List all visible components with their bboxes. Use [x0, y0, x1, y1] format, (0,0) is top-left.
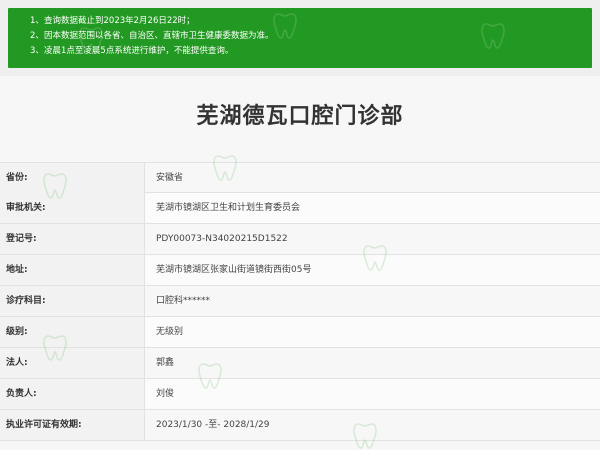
notice-line: 1、查询数据截止到2023年2月26日22时；	[30, 14, 592, 29]
page-title: 芜湖德瓦口腔门诊部	[196, 104, 404, 129]
row-label: 登记号:	[0, 224, 145, 254]
notice-line: 2、因本数据范围以各省、自治区、直辖市卫生健康委数据为准。	[30, 29, 592, 44]
notice-line-number: 1、	[30, 16, 44, 26]
table-row: 登记号: PDY00073-N34020215D1522	[0, 224, 600, 255]
notice-line-text: 凌晨1点至凌晨5点系统进行维护，不能提供查询。	[44, 46, 234, 56]
row-label: 负责人:	[0, 379, 145, 409]
table-row: 地址: 芜湖市镜湖区张家山街道镜街西街05号	[0, 255, 600, 286]
table-row: 执业许可证有效期: 2023/1/30 -至- 2028/1/29	[0, 410, 600, 441]
row-value: PDY00073-N34020215D1522	[156, 234, 288, 244]
table-row: 审批机关: 芜湖市镜湖区卫生和计划生育委员会	[0, 193, 600, 224]
row-value: 刘俊	[156, 389, 175, 399]
notice-line-text: 因本数据范围以各省、自治区、直辖市卫生健康委数据为准。	[44, 31, 274, 41]
row-value: 口腔科******	[156, 296, 211, 306]
row-value: 芜湖市镜湖区卫生和计划生育委员会	[156, 203, 301, 213]
table-row: 法人: 郭鑫	[0, 348, 600, 379]
table-row: 级别: 无级别	[0, 317, 600, 348]
table-row: 负责人: 刘俊	[0, 379, 600, 410]
row-value: 郭鑫	[156, 358, 175, 368]
row-label: 执业许可证有效期:	[0, 410, 145, 440]
row-value: 安徽省	[156, 173, 184, 183]
row-label: 审批机关:	[0, 193, 145, 223]
notice-line-text: 查询数据截止到2023年2月26日22时；	[44, 16, 195, 26]
row-label: 省份:	[0, 163, 145, 193]
row-label: 法人:	[0, 348, 145, 378]
notice-line: 3、凌晨1点至凌晨5点系统进行维护，不能提供查询。	[30, 44, 592, 59]
row-label: 地址:	[0, 255, 145, 285]
row-value: 芜湖市镜湖区张家山街道镜街西街05号	[156, 265, 312, 275]
notice-line-number: 2、	[30, 31, 44, 41]
info-table: 省份: 安徽省 审批机关: 芜湖市镜湖区卫生和计划生育委员会 登记号: PDY0…	[0, 162, 600, 441]
row-value: 2023/1/30 -至- 2028/1/29	[156, 420, 270, 430]
row-value: 无级别	[156, 327, 184, 337]
notice-line-number: 3、	[30, 46, 44, 56]
notice-banner: 1、查询数据截止到2023年2月26日22时； 2、因本数据范围以各省、自治区、…	[8, 8, 592, 68]
row-label: 诊疗科目:	[0, 286, 145, 316]
table-row: 诊疗科目: 口腔科******	[0, 286, 600, 317]
row-label: 级别:	[0, 317, 145, 347]
table-row: 省份: 安徽省	[0, 162, 600, 193]
